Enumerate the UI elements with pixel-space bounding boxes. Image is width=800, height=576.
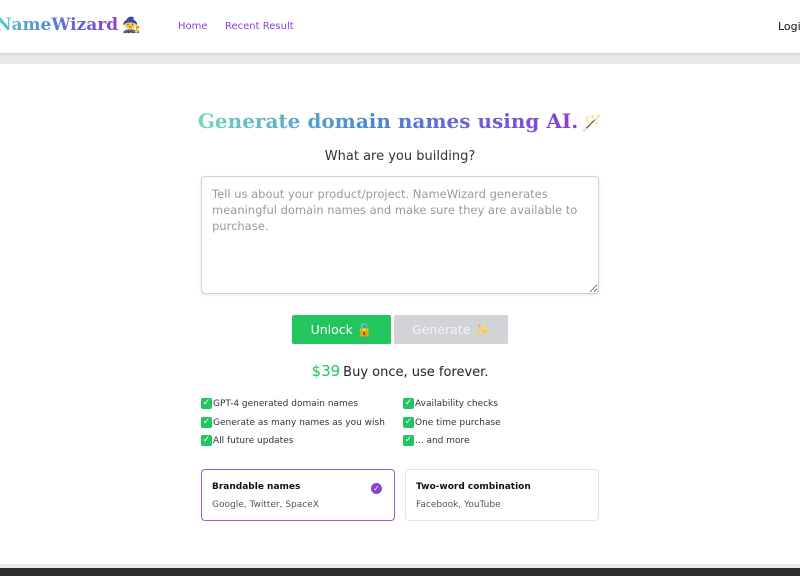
feature-label: All future updates [213,435,294,446]
generate-button[interactable]: Generate ✨ [394,315,508,344]
nav-recent-result-link[interactable]: Recent Result [225,21,294,32]
project-description-input[interactable] [201,176,599,294]
feature-item: ✓ GPT-4 generated domain names [201,398,358,409]
check-icon: ✓ [201,417,212,428]
feature-label: Availability checks [415,398,498,409]
option-examples: Google, Twitter, SpaceX [212,500,319,510]
option-examples: Facebook, YouTube [416,500,501,510]
prompt-question: What are you building? [324,149,476,164]
check-icon: ✓ [403,435,414,446]
main-content: Generate domain names using AI. 🪄 What ar… [0,64,800,564]
check-icon: ✓ [201,435,212,446]
feature-item: ✓... and more [403,435,470,446]
brand-logo[interactable]: NameWizard 🧙 [0,15,141,35]
wizard-icon: 🧙 [122,16,141,34]
check-icon: ✓ [403,417,414,428]
nav-home-link[interactable]: Home [178,21,208,32]
bottom-edge [0,568,800,576]
check-circle-icon: ✓ [371,483,382,494]
feature-item: ✓ One time purchase [403,417,501,428]
price-amount: $39 [311,362,341,380]
page-title-text: Generate domain names using AI. [197,109,579,133]
feature-label: ... and more [415,435,470,446]
page-title: Generate domain names using AI. 🪄 [0,109,800,133]
brand-name: NameWizard [0,15,118,35]
feature-label: GPT-4 generated domain names [213,398,359,409]
feature-label: Generate as many names as you wish [213,417,385,428]
feature-item: ✓ All future updates [201,435,293,446]
feature-item: ✓ Generate as many names as you wish [201,417,385,428]
feature-item: ✓ Availability checks [403,398,498,409]
option-title: Two-word combination [416,482,531,492]
option-two-word-combination[interactable]: Two-word combination Facebook, YouTube [405,469,599,521]
check-icon: ✓ [201,398,212,409]
feature-label: One time purchase [415,417,501,428]
check-icon: ✓ [403,398,414,409]
login-link[interactable]: Login [778,20,800,33]
pricing-line: $39 Buy once, use forever. [0,362,800,380]
unlock-button[interactable]: Unlock 🔓 [292,315,391,344]
option-title: Brandable names [212,482,301,492]
price-tagline: Buy once, use forever. [343,365,489,380]
option-brandable-names[interactable]: Brandable names Google, Twitter, SpaceX … [201,469,395,521]
magic-wand-icon: 🪄 [582,113,603,132]
top-navbar: NameWizard🧙 Home Recent Result Login [0,0,800,53]
